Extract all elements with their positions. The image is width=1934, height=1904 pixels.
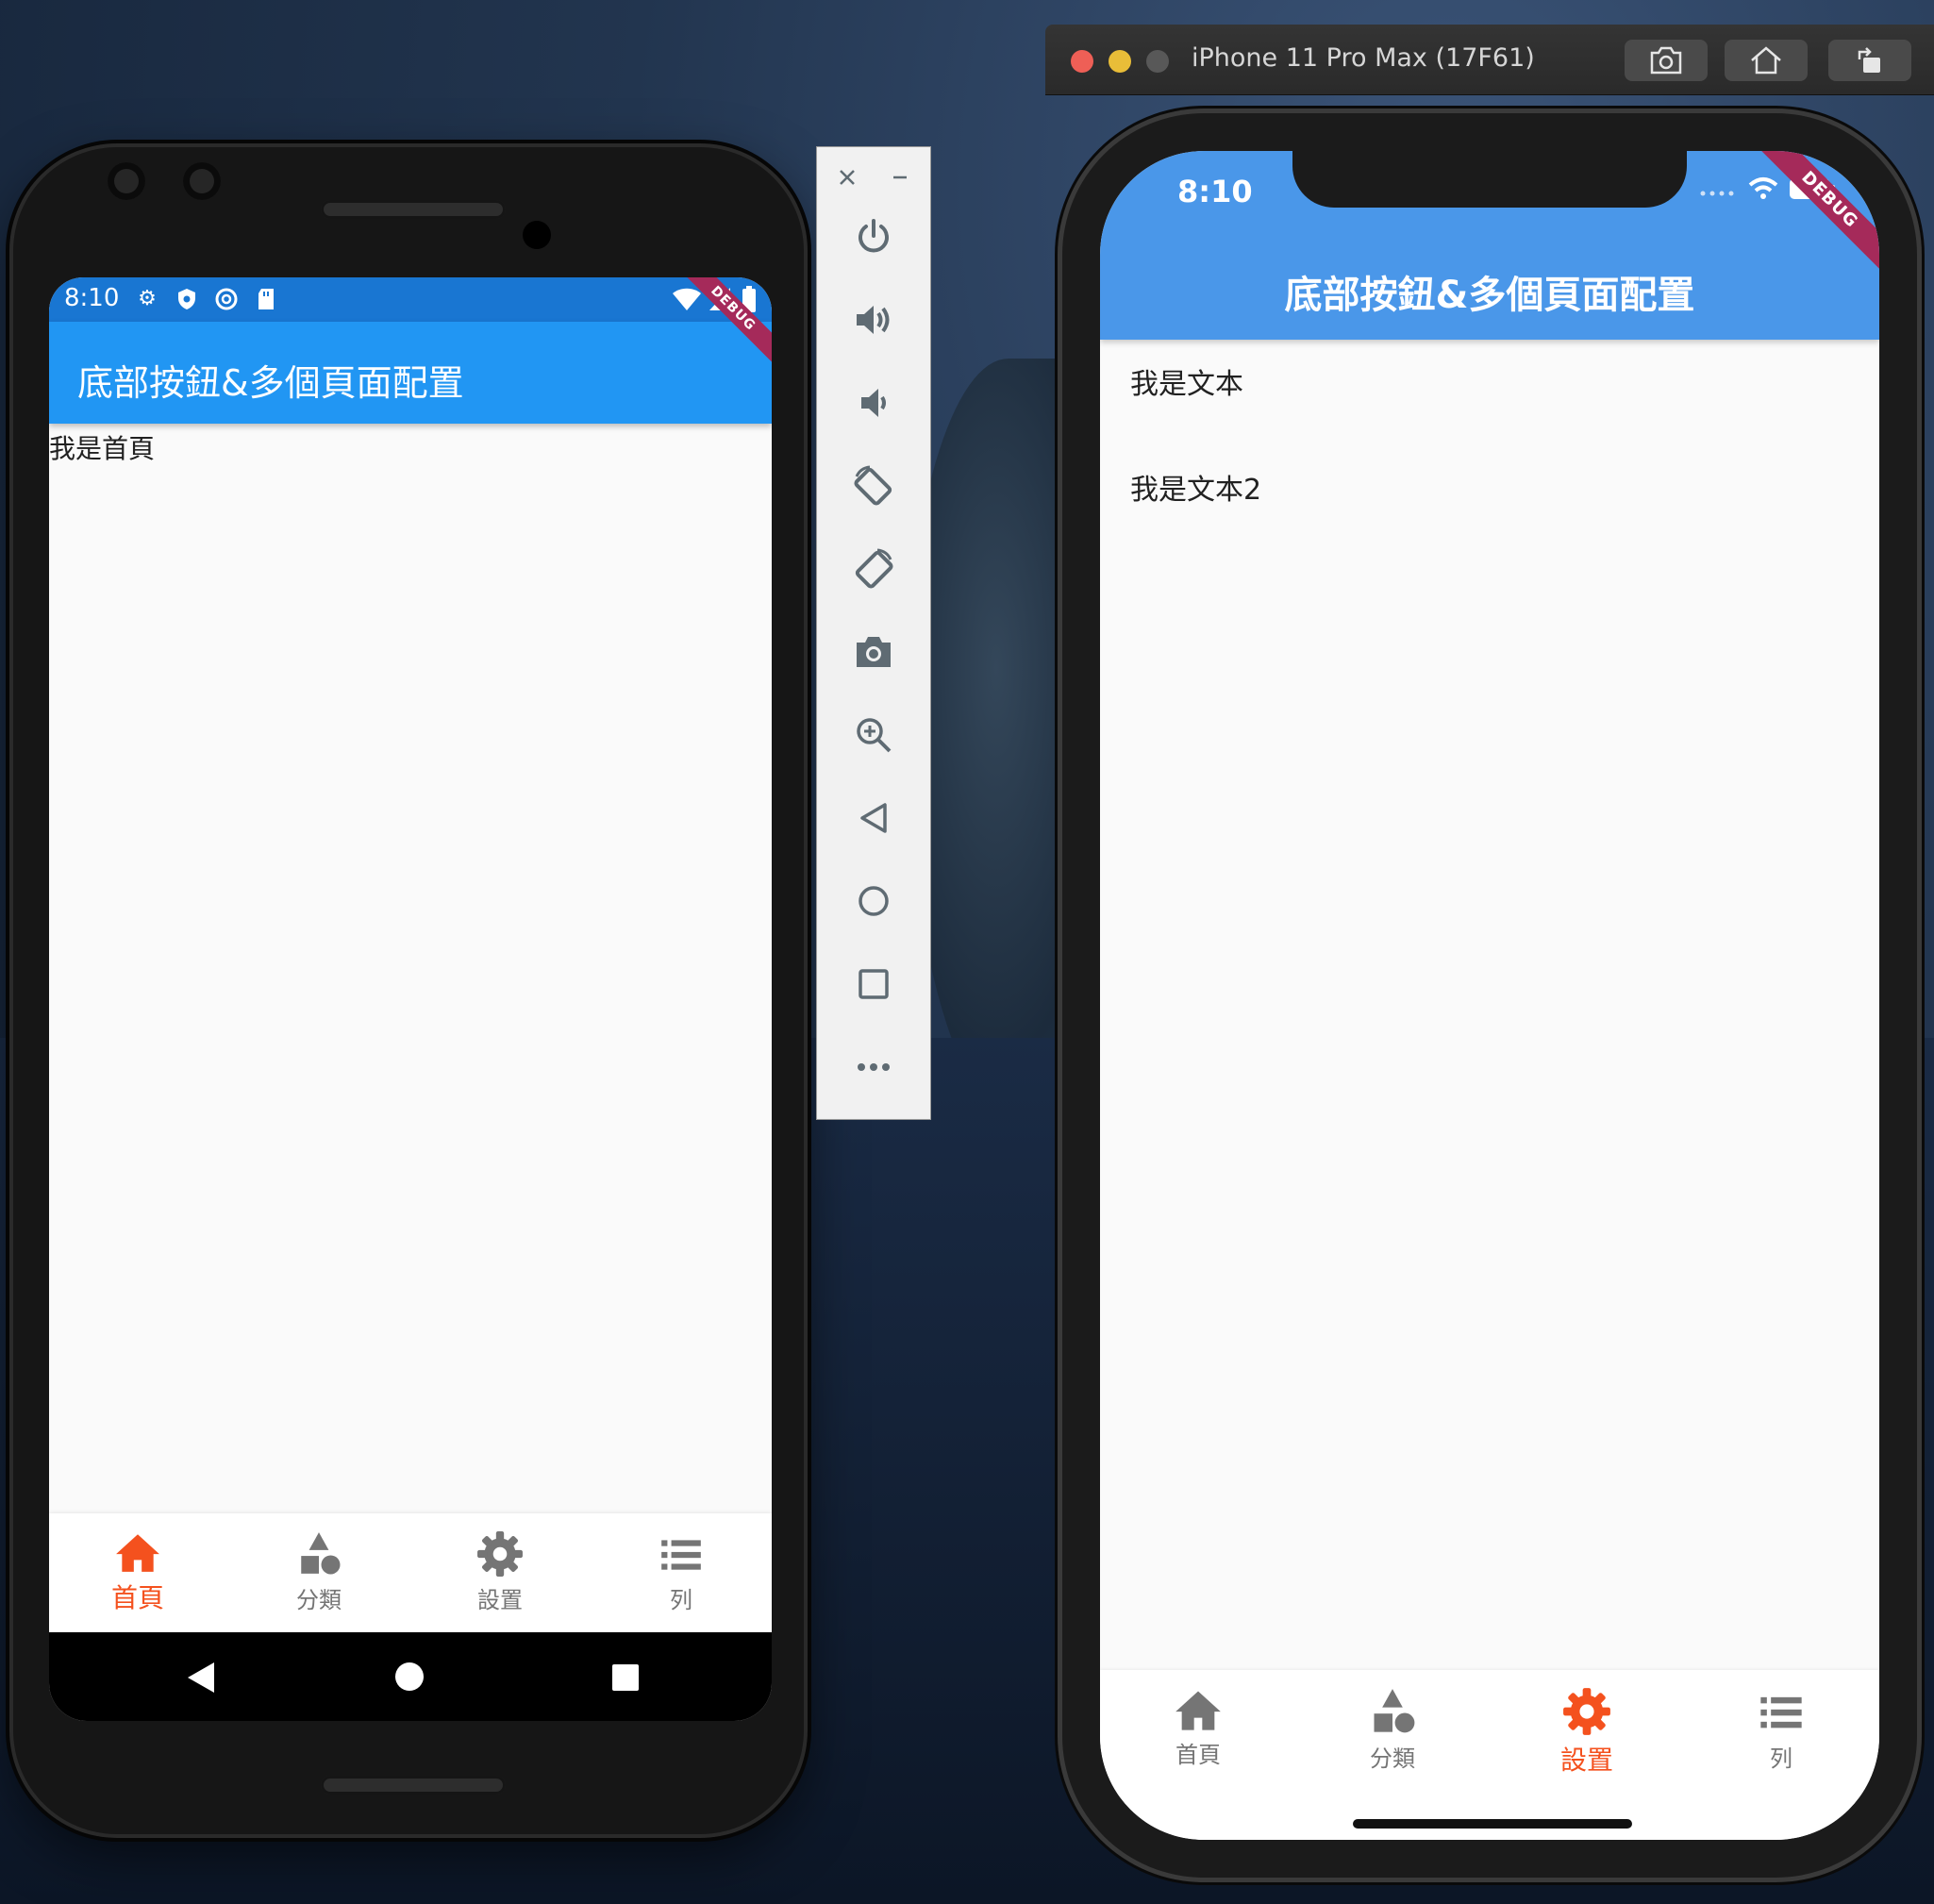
settings-status-icon: ⚙ [138, 287, 157, 310]
category-icon [1374, 1689, 1415, 1733]
system-home-icon[interactable] [394, 1662, 425, 1692]
iphone-simulator-frame: 8:10 底部按鈕&多個頁面配置 DEBUG 我是文本 我是文本2 首頁 分類 [1062, 113, 1917, 1878]
wifi-status-icon [1748, 177, 1778, 199]
nav-item-home[interactable]: 首頁 [81, 1530, 194, 1615]
home-icon [859, 886, 889, 916]
android-emulator-frame: 8:10 ⚙ 底部按鈕&多個頁面配置 DEBUG 我是首頁 首頁 分類 設置 列 [13, 147, 804, 1834]
front-camera-icon [108, 162, 145, 200]
rotate-icon [1858, 47, 1880, 73]
page-title: 底部按鈕&多個頁面配置 [77, 362, 464, 404]
nav-label-category: 分類 [1370, 1745, 1415, 1772]
android-screen: 8:10 ⚙ 底部按鈕&多個頁面配置 DEBUG 我是首頁 首頁 分類 設置 列 [49, 277, 772, 1721]
toolbar-volume-down-button[interactable] [845, 375, 902, 431]
toolbar-home-button[interactable] [845, 873, 902, 929]
home-indicator[interactable] [1353, 1819, 1632, 1829]
toolbar-more-button[interactable] [845, 1039, 902, 1095]
volume-down-icon [861, 389, 886, 417]
status-time: 8:10 [1177, 174, 1253, 209]
toolbar-screenshot-button[interactable] [845, 624, 902, 680]
list-icon [661, 1540, 701, 1570]
toolbar-rotate-right-button[interactable] [845, 541, 902, 597]
window-zoom-button[interactable] [1146, 50, 1169, 73]
toolbar-rotate-left-button[interactable] [845, 458, 902, 514]
wifi-status-icon [673, 288, 701, 310]
rotate-right-icon [855, 548, 893, 589]
earpiece-speaker [321, 200, 506, 219]
window-close-button[interactable] [1071, 50, 1093, 73]
iphone-screen: 8:10 底部按鈕&多個頁面配置 DEBUG 我是文本 我是文本2 首頁 分類 [1100, 151, 1879, 1840]
sd-card-status-icon [255, 288, 277, 310]
nav-item-list[interactable]: 列 [625, 1530, 738, 1614]
at-status-icon [215, 288, 238, 310]
system-overview-icon[interactable] [611, 1663, 640, 1692]
nav-label-list: 列 [670, 1587, 692, 1613]
home-icon [1175, 1691, 1221, 1730]
nav-label-category: 分類 [296, 1587, 342, 1613]
camera-icon [1650, 46, 1682, 75]
nav-item-category[interactable]: 分類 [1336, 1687, 1449, 1773]
system-back-icon[interactable] [186, 1661, 216, 1695]
simulator-title-bar: iPhone 11 Pro Max (17F61) [1045, 25, 1934, 95]
simulator-screenshot-button[interactable] [1625, 40, 1708, 81]
window-minimize-button[interactable] [1109, 50, 1131, 73]
toolbar-volume-up-button[interactable] [845, 292, 902, 348]
toolbar-power-button[interactable] [845, 209, 902, 265]
sensor-dot [523, 221, 551, 249]
nav-item-home[interactable]: 首頁 [1142, 1687, 1255, 1769]
toolbar-minimize-button[interactable] [874, 151, 926, 204]
back-icon [860, 803, 887, 833]
simulator-window-title: iPhone 11 Pro Max (17F61) [1192, 43, 1535, 73]
volume-up-icon [857, 306, 890, 334]
bottom-speaker [321, 1776, 506, 1795]
bottom-navigation-bar: 首頁 分類 設置 列 [1100, 1670, 1879, 1840]
toolbar-overview-button[interactable] [845, 956, 902, 1012]
android-status-bar: 8:10 ⚙ [49, 277, 772, 322]
rotate-left-icon [854, 465, 892, 506]
nav-label-home: 首頁 [1175, 1742, 1221, 1768]
toolbar-back-button[interactable] [845, 790, 902, 846]
front-camera-icon [183, 162, 221, 200]
shield-status-icon [175, 288, 198, 310]
nav-item-settings[interactable]: 設置 [443, 1530, 557, 1614]
home-icon [1751, 46, 1781, 75]
nav-item-settings[interactable]: 設置 [1530, 1687, 1643, 1778]
text-item-2: 我是文本2 [1130, 474, 1262, 507]
minimize-icon [893, 175, 907, 179]
gear-icon [477, 1531, 523, 1577]
emulator-toolbar [817, 147, 930, 1119]
simulator-home-button[interactable] [1725, 40, 1808, 81]
nav-item-list[interactable]: 列 [1725, 1687, 1838, 1773]
simulator-rotate-button[interactable] [1828, 40, 1911, 81]
category-icon [301, 1532, 341, 1575]
page-title: 底部按鈕&多個頁面配置 [1284, 274, 1695, 317]
bottom-navigation-bar: 首頁 分類 設置 列 [49, 1513, 772, 1632]
status-time: 8:10 [64, 284, 120, 312]
home-icon [116, 1534, 159, 1572]
list-icon [1760, 1696, 1802, 1729]
gear-icon [1563, 1688, 1610, 1735]
camera-icon [857, 637, 891, 667]
signal-status-icon [1700, 191, 1734, 196]
nav-label-settings: 設置 [477, 1587, 523, 1613]
zoom-icon [857, 718, 892, 753]
toolbar-close-button[interactable] [821, 151, 874, 204]
close-icon [840, 170, 855, 185]
iphone-notch [1292, 151, 1687, 208]
nav-item-category[interactable]: 分類 [262, 1530, 375, 1614]
toolbar-zoom-button[interactable] [845, 707, 902, 763]
nav-label-settings: 設置 [1559, 1745, 1613, 1776]
nav-label-list: 列 [1770, 1745, 1792, 1772]
text-item-1: 我是文本 [1130, 368, 1243, 401]
android-system-nav-bar [49, 1632, 772, 1721]
power-icon [859, 219, 889, 253]
nav-label-home: 首頁 [110, 1582, 164, 1613]
overview-icon [859, 969, 889, 999]
android-app-bar: 底部按鈕&多個頁面配置 [49, 322, 772, 424]
home-page-text: 我是首頁 [49, 433, 156, 464]
more-icon [858, 1063, 890, 1071]
